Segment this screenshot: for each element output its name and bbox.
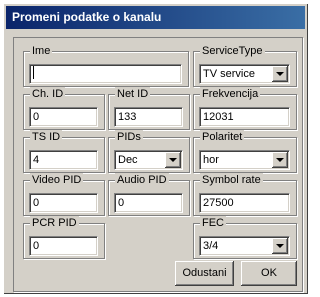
- pcr-pid-label: PCR PID: [30, 216, 79, 230]
- fec-value: 3/4: [203, 240, 219, 252]
- ime-group: Ime: [23, 44, 189, 87]
- net-id-label: Net ID: [115, 87, 151, 101]
- frekvencija-group: Frekvencija 12031: [193, 87, 297, 130]
- ts-id-input[interactable]: 4: [29, 150, 98, 170]
- pcr-pid-input[interactable]: 0: [29, 236, 98, 256]
- service-type-label: ServiceType: [200, 44, 265, 58]
- polaritet-value: hor: [203, 154, 219, 166]
- ok-button[interactable]: OK: [241, 261, 297, 286]
- video-pid-input[interactable]: 0: [29, 193, 98, 213]
- ts-id-label: TS ID: [30, 130, 63, 144]
- frekvencija-input[interactable]: 12031: [199, 107, 290, 127]
- fec-label: FEC: [200, 216, 226, 230]
- audio-pid-input[interactable]: 0: [114, 193, 183, 213]
- pids-group: PIDs Dec: [108, 130, 190, 173]
- video-pid-group: Video PID 0: [23, 173, 105, 216]
- ch-id-label: Ch. ID: [30, 87, 66, 101]
- polaritet-group: Polaritet hor: [193, 130, 297, 173]
- ts-id-group: TS ID 4: [23, 130, 105, 173]
- service-type-value: TV service: [203, 68, 255, 80]
- title-bar: Promeni podatke o kanalu: [6, 6, 305, 29]
- chevron-down-icon[interactable]: [165, 152, 181, 168]
- window-title: Promeni podatke o kanalu: [12, 10, 162, 24]
- ch-id-group: Ch. ID 0: [23, 87, 105, 130]
- pids-select[interactable]: Dec: [114, 150, 183, 170]
- chevron-down-icon[interactable]: [272, 152, 288, 168]
- fec-select[interactable]: 3/4: [199, 236, 290, 256]
- ch-id-input[interactable]: 0: [29, 107, 98, 127]
- dialog-window: Promeni podatke o kanalu Ime ServiceType…: [3, 3, 308, 294]
- pcr-pid-group: PCR PID 0: [23, 216, 105, 259]
- audio-pid-group: Audio PID 0: [108, 173, 190, 216]
- service-type-group: ServiceType TV service: [193, 44, 297, 87]
- net-id-input[interactable]: 133: [114, 107, 183, 127]
- chevron-down-icon[interactable]: [272, 238, 288, 254]
- pids-value: Dec: [118, 154, 138, 166]
- ime-label: Ime: [30, 44, 53, 58]
- polaritet-label: Polaritet: [200, 130, 245, 144]
- symbol-rate-label: Symbol rate: [200, 173, 263, 187]
- symbol-rate-input[interactable]: 27500: [199, 193, 290, 213]
- symbol-rate-group: Symbol rate 27500: [193, 173, 297, 216]
- chevron-down-icon[interactable]: [272, 66, 288, 82]
- audio-pid-label: Audio PID: [115, 173, 169, 187]
- pids-label: PIDs: [115, 130, 143, 144]
- service-type-select[interactable]: TV service: [199, 64, 290, 84]
- net-id-group: Net ID 133: [108, 87, 190, 130]
- fec-group: FEC 3/4: [193, 216, 297, 259]
- video-pid-label: Video PID: [30, 173, 84, 187]
- polaritet-select[interactable]: hor: [199, 150, 290, 170]
- frekvencija-label: Frekvencija: [200, 87, 261, 101]
- cancel-button[interactable]: Odustani: [175, 261, 234, 286]
- ime-input[interactable]: [29, 64, 182, 84]
